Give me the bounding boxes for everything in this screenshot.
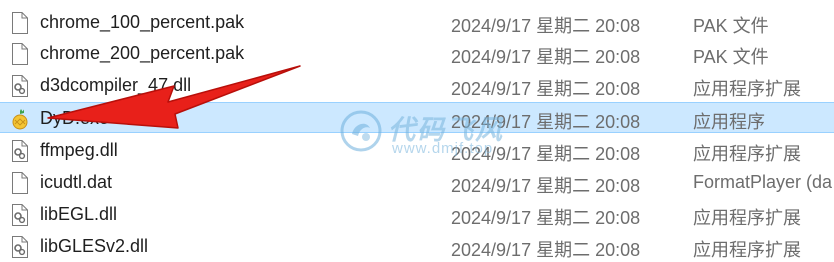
dll-icon [12, 236, 28, 258]
file-type: 应用程序 [693, 112, 765, 132]
file-type: 应用程序扩展 [693, 208, 801, 228]
file-name: DyD.exe [40, 108, 110, 128]
file-type: 应用程序扩展 [693, 240, 801, 260]
file-icon [12, 12, 28, 34]
file-modified-date: 2024/9/17 星期二 20:08 [451, 144, 641, 164]
file-row-icudtl[interactable]: icudtl.dat 2024/9/17 星期二 20:08 FormatPla… [0, 167, 834, 198]
file-name: chrome_100_percent.pak [40, 12, 245, 32]
file-name: d3dcompiler_47.dll [40, 75, 192, 95]
file-modified-date: 2024/9/17 星期二 20:08 [451, 112, 641, 132]
file-row-chrome-100-percent[interactable]: chrome_100_percent.pak 2024/9/17 星期二 20:… [0, 7, 834, 38]
file-type: PAK 文件 [693, 16, 769, 36]
file-type: 应用程序扩展 [693, 79, 801, 99]
file-row-libglesv2[interactable]: libGLESv2.dll 2024/9/17 星期二 20:08 应用程序扩展 [0, 231, 834, 262]
dll-icon [12, 75, 28, 97]
file-type: PAK 文件 [693, 47, 769, 67]
file-modified-date: 2024/9/17 星期二 20:08 [451, 16, 641, 36]
file-modified-date: 2024/9/17 星期二 20:08 [451, 47, 641, 67]
file-row-dyd-exe[interactable]: DyD.exe 2024/9/17 星期二 20:08 应用程序 [0, 102, 834, 133]
file-row-libegl[interactable]: libEGL.dll 2024/9/17 星期二 20:08 应用程序扩展 [0, 199, 834, 230]
file-modified-date: 2024/9/17 星期二 20:08 [451, 240, 641, 260]
file-modified-date: 2024/9/17 星期二 20:08 [451, 79, 641, 99]
dll-icon [12, 204, 28, 226]
file-name: chrome_200_percent.pak [40, 43, 245, 63]
file-type: FormatPlayer (da [693, 172, 833, 192]
file-type: 应用程序扩展 [693, 144, 801, 164]
file-modified-date: 2024/9/17 星期二 20:08 [451, 208, 641, 228]
app-icon [12, 109, 28, 130]
file-name: libGLESv2.dll [40, 236, 149, 256]
file-name: libEGL.dll [40, 204, 118, 224]
dll-icon [12, 140, 28, 162]
file-row-ffmpeg[interactable]: ffmpeg.dll 2024/9/17 星期二 20:08 应用程序扩展 [0, 135, 834, 166]
file-modified-date: 2024/9/17 星期二 20:08 [451, 176, 641, 196]
file-name: icudtl.dat [40, 172, 113, 192]
file-row-chrome-200-percent[interactable]: chrome_200_percent.pak 2024/9/17 星期二 20:… [0, 38, 834, 69]
file-icon [12, 172, 28, 194]
file-icon [12, 43, 28, 65]
file-list: chrome_100_percent.pak 2024/9/17 星期二 20:… [0, 0, 834, 262]
file-name: ffmpeg.dll [40, 140, 118, 160]
file-row-d3dcompiler[interactable]: d3dcompiler_47.dll 2024/9/17 星期二 20:08 应… [0, 70, 834, 101]
